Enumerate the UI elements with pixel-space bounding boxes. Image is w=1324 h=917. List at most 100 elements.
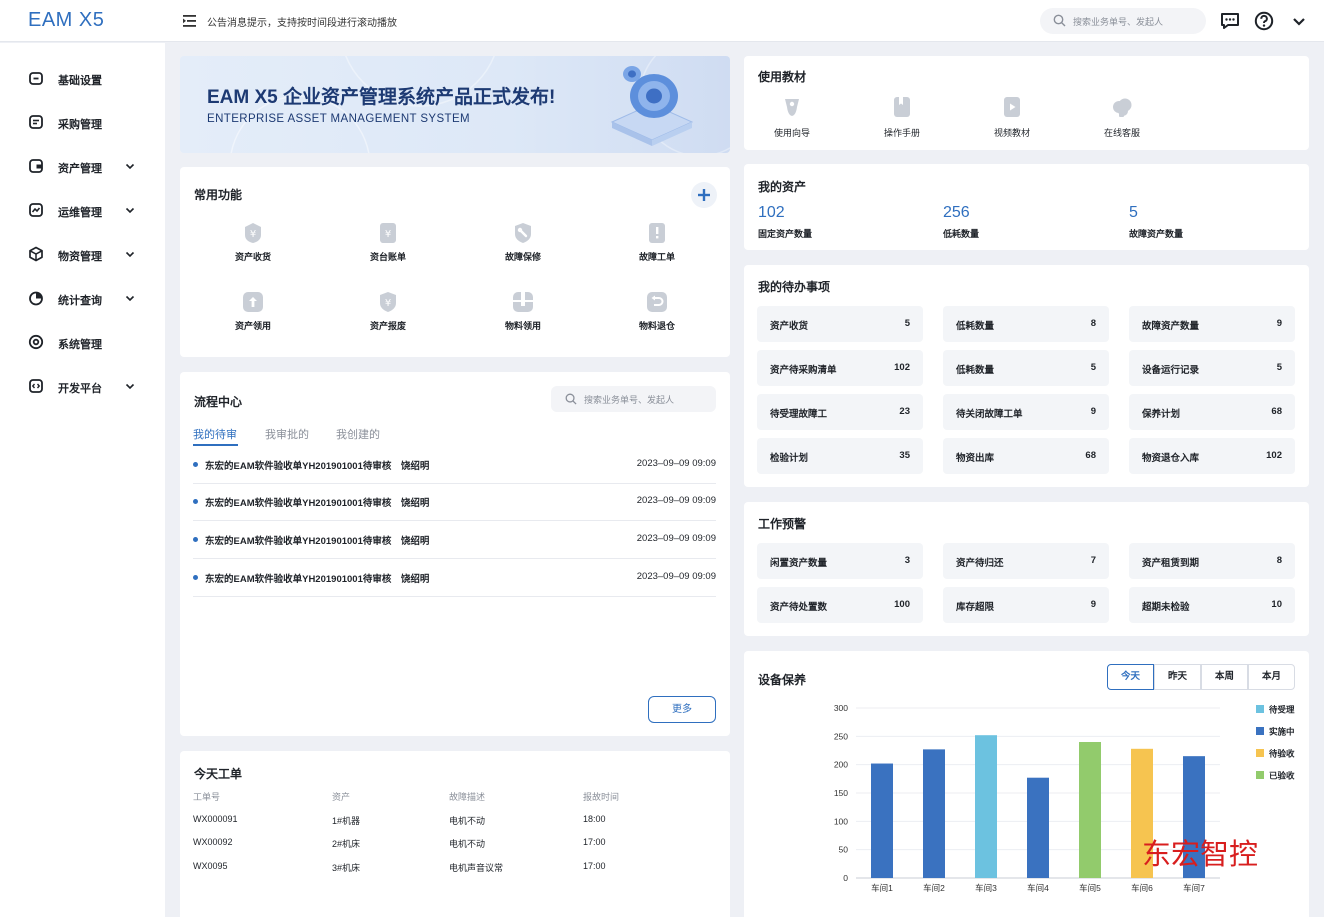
faulty-assets-count[interactable]: 5 bbox=[1129, 204, 1138, 222]
more-button[interactable]: 更多 bbox=[648, 696, 716, 723]
warning-item[interactable]: 资产待归还 7 bbox=[943, 543, 1109, 579]
bullet-dot bbox=[193, 462, 198, 467]
warning-item[interactable]: 超期未检验 10 bbox=[1129, 587, 1295, 623]
todo-item[interactable]: 待关闭故障工单 9 bbox=[943, 394, 1109, 430]
purchase-icon bbox=[29, 115, 43, 129]
consumables-count[interactable]: 256 bbox=[943, 204, 970, 222]
column-header: 故障描述 bbox=[449, 792, 486, 802]
tutorial-guide[interactable]: 使用向导 bbox=[752, 95, 832, 139]
todo-count: 5 bbox=[1276, 362, 1282, 373]
chevron-down-icon bbox=[125, 295, 135, 302]
func-fault-repair[interactable]: 故障保修 bbox=[483, 221, 563, 263]
warning-item[interactable]: 闲置资产数量 3 bbox=[757, 543, 923, 579]
func-material-requisition[interactable]: 物料领用 bbox=[483, 290, 563, 332]
sidebar-item-label: 物资管理 bbox=[58, 251, 102, 263]
range-month-button[interactable]: 本月 bbox=[1248, 664, 1295, 690]
yen-shield-icon: ¥ bbox=[380, 292, 396, 312]
todo-item[interactable]: 检验计划 35 bbox=[757, 438, 923, 474]
todo-item[interactable]: 物资出库 68 bbox=[943, 438, 1109, 474]
todo-item[interactable]: 故障资产数量 9 bbox=[1129, 306, 1295, 342]
process-center-title: 流程中心 bbox=[194, 395, 243, 409]
todo-label: 资产收货 bbox=[770, 321, 809, 332]
process-row[interactable]: 东宏的EAM软件验收单YH201901001待审核 饶绍明 2023–09–09… bbox=[193, 446, 716, 484]
app-logo[interactable]: EAM X5 bbox=[28, 9, 104, 32]
order-id: WX0095 bbox=[193, 861, 228, 871]
today-orders-title: 今天工单 bbox=[194, 767, 243, 781]
range-week-button[interactable]: 本周 bbox=[1201, 664, 1248, 690]
func-asset-requisition[interactable]: 资产领用 bbox=[213, 290, 293, 332]
todo-item[interactable]: 待受理故障工 23 bbox=[757, 394, 923, 430]
process-search-input[interactable]: 搜索业务单号、发起人 bbox=[551, 386, 716, 412]
maintenance-bar-chart: 0 50 100 150 200 250 300 车间1 车间2 车间3 车间4 车间5 车间6 车间7 待… bbox=[834, 703, 1295, 893]
tutorial-video[interactable]: 视频教材 bbox=[972, 95, 1052, 139]
todo-count: 5 bbox=[904, 318, 910, 329]
y-tick-label: 250 bbox=[834, 731, 848, 741]
process-row[interactable]: 东宏的EAM软件验收单YH201901001待审核 饶绍明 2023–09–09… bbox=[193, 483, 716, 521]
legend-swatch bbox=[1256, 727, 1264, 735]
todo-item[interactable]: 物资退仓入库 102 bbox=[1129, 438, 1295, 474]
order-description: 电机声音议常 bbox=[449, 863, 504, 873]
sidebar-item-statistics[interactable]: 统计查询 bbox=[0, 283, 165, 313]
tab-my-approved[interactable]: 我审批的 bbox=[265, 426, 309, 442]
sidebar-item-materials[interactable]: 物资管理 bbox=[0, 239, 165, 269]
process-row-title: 东宏的EAM软件验收单YH201901001待审核 饶绍明 bbox=[205, 461, 430, 472]
svg-text:¥: ¥ bbox=[385, 229, 391, 240]
chevron-down-icon bbox=[125, 383, 135, 390]
process-row-title: 东宏的EAM软件验收单YH201901001待审核 饶绍明 bbox=[205, 574, 430, 585]
bullet-dot bbox=[193, 499, 198, 504]
promo-banner[interactable]: EAM X5 企业资产管理系统产品正式发布! ENTERPRISE ASSET … bbox=[180, 56, 730, 153]
svg-text:¥: ¥ bbox=[385, 298, 391, 309]
func-asset-ledger[interactable]: ¥ 资台账单 bbox=[348, 221, 428, 263]
todo-item[interactable]: 保养计划 68 bbox=[1129, 394, 1295, 430]
warning-item[interactable]: 资产租赁到期 8 bbox=[1129, 543, 1295, 579]
add-function-button[interactable] bbox=[691, 182, 717, 208]
warning-label: 闲置资产数量 bbox=[770, 558, 828, 569]
x-tick-label: 车间5 bbox=[1079, 883, 1101, 893]
todo-label: 保养计划 bbox=[1142, 409, 1181, 420]
tutorial-label: 在线客服 bbox=[1103, 128, 1140, 138]
chevron-down-icon[interactable] bbox=[1289, 11, 1309, 31]
todo-count: 8 bbox=[1090, 318, 1096, 329]
todo-item[interactable]: 低耗数量 8 bbox=[943, 306, 1109, 342]
func-material-return[interactable]: 物料退仓 bbox=[617, 290, 697, 332]
search-icon bbox=[565, 393, 577, 405]
todo-label: 物资出库 bbox=[956, 453, 995, 464]
todo-item[interactable]: 资产待采购清单 102 bbox=[757, 350, 923, 386]
process-row[interactable]: 东宏的EAM软件验收单YH201901001待审核 饶绍明 2023–09–09… bbox=[193, 521, 716, 559]
notice-menu-icon[interactable] bbox=[183, 14, 197, 28]
tutorial-online-service[interactable]: 在线客服 bbox=[1082, 95, 1162, 139]
bar-车间1 bbox=[871, 763, 893, 878]
help-icon[interactable] bbox=[1254, 11, 1274, 31]
video-icon bbox=[1004, 97, 1020, 117]
yen-badge-icon: ¥ bbox=[245, 223, 261, 243]
todo-item[interactable]: 资产收货 5 bbox=[757, 306, 923, 342]
bar-车间4 bbox=[1027, 777, 1049, 878]
range-yesterday-button[interactable]: 昨天 bbox=[1154, 664, 1201, 690]
func-asset-scrap[interactable]: ¥ 资产报废 bbox=[348, 290, 428, 332]
alert-doc-icon bbox=[649, 223, 665, 243]
warning-item[interactable]: 资产待处置数 100 bbox=[757, 587, 923, 623]
announcement-text: 公告消息提示，支持按时间段进行滚动播放 bbox=[207, 18, 397, 29]
sidebar-item-dev-platform[interactable]: 开发平台 bbox=[0, 371, 165, 401]
sidebar-item-purchase[interactable]: 采购管理 bbox=[0, 107, 165, 137]
global-search-input[interactable]: 搜索业务单号、发起人 bbox=[1040, 8, 1206, 34]
sidebar-item-operations[interactable]: 运维管理 bbox=[0, 195, 165, 225]
bar-车间3 bbox=[975, 735, 997, 878]
tutorial-label: 使用向导 bbox=[773, 128, 810, 138]
warning-label: 资产租赁到期 bbox=[1142, 558, 1200, 569]
todo-item[interactable]: 低耗数量 5 bbox=[943, 350, 1109, 386]
func-asset-receive[interactable]: ¥ 资产收货 bbox=[213, 221, 293, 263]
warning-item[interactable]: 库存超限 9 bbox=[943, 587, 1109, 623]
sidebar-item-basic-settings[interactable]: 基础设置 bbox=[0, 63, 165, 93]
message-icon[interactable] bbox=[1220, 11, 1240, 31]
sidebar-item-assets[interactable]: 资产管理 bbox=[0, 151, 165, 181]
process-row[interactable]: 东宏的EAM软件验收单YH201901001待审核 饶绍明 2023–09–09… bbox=[193, 559, 716, 597]
fixed-assets-count[interactable]: 102 bbox=[758, 204, 785, 222]
func-fault-order[interactable]: 故障工单 bbox=[617, 221, 697, 263]
sidebar-item-system[interactable]: 系统管理 bbox=[0, 327, 165, 357]
range-today-button[interactable]: 今天 bbox=[1107, 664, 1154, 690]
todo-item[interactable]: 设备运行记录 5 bbox=[1129, 350, 1295, 386]
tutorial-manual[interactable]: 操作手册 bbox=[862, 95, 942, 139]
tab-my-created[interactable]: 我创建的 bbox=[336, 426, 380, 442]
tab-my-pending[interactable]: 我的待审 bbox=[193, 426, 237, 442]
